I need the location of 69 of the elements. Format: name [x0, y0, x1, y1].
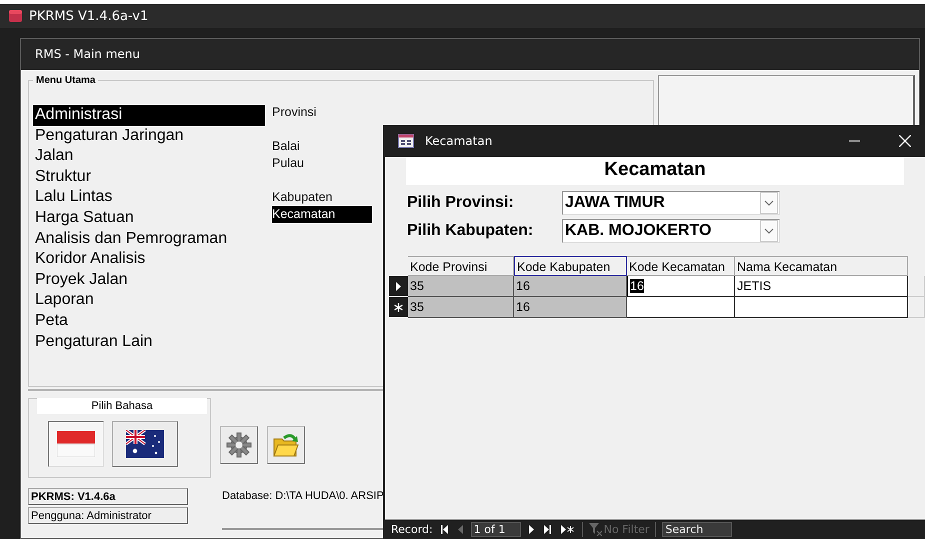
folder-arrow-icon [272, 432, 300, 458]
group-title: Menu Utama [35, 75, 96, 86]
menu-item[interactable]: Struktur [33, 166, 265, 188]
window-title: RMS - Main menu [34, 46, 142, 63]
row-selector[interactable] [389, 276, 408, 297]
table-cell[interactable] [735, 297, 908, 318]
row-selector[interactable] [389, 297, 408, 318]
submenu-item[interactable]: Pulau [272, 155, 372, 172]
column-header[interactable]: Nama Kecamatan [735, 256, 908, 276]
settings-button[interactable] [220, 426, 258, 464]
menu-item[interactable]: Laporan [33, 290, 265, 311]
submenu-item[interactable]: Balai [272, 138, 372, 155]
new-record-icon [394, 302, 403, 312]
next-record-icon [528, 525, 534, 534]
menu-item[interactable]: Peta [33, 310, 265, 332]
menu-item[interactable]: Administrasi [33, 105, 265, 126]
column-header[interactable]: Kode Kecamatan [627, 256, 735, 276]
table-cell[interactable]: 35 [408, 276, 514, 297]
menu-item[interactable]: Pengaturan Jaringan [33, 126, 265, 146]
submenu-item[interactable]: Kecamatan [272, 206, 372, 223]
table-cell[interactable]: 35 [408, 297, 514, 318]
form-icon [398, 134, 414, 148]
menu-item[interactable]: Jalan [33, 146, 265, 167]
last-record-icon [544, 525, 551, 534]
field-label: Pilih Kabupaten: [407, 221, 534, 241]
chevron-down-icon [764, 200, 774, 206]
filter-icon [588, 523, 602, 536]
version-label: PKRMS: V1.4.6a [28, 488, 188, 505]
menu-item[interactable]: Harga Satuan [33, 208, 265, 229]
menu-item[interactable]: Lalu Lintas [33, 187, 265, 208]
table-cell[interactable]: 16 [627, 276, 735, 297]
close-icon [899, 135, 911, 147]
previous-record-icon [458, 525, 463, 534]
table-cell[interactable]: 16 [514, 276, 627, 297]
menu-item[interactable]: Koridor Analisis [33, 249, 265, 270]
next-record-button[interactable] [526, 522, 536, 536]
last-record-button[interactable] [542, 522, 553, 536]
menu-item[interactable]: Proyek Jalan [33, 270, 265, 290]
record-position-field[interactable]: 1 of 1 [470, 522, 521, 537]
open-folder-button[interactable] [267, 426, 305, 464]
user-label: Pengguna: Administrator [28, 507, 188, 524]
column-header[interactable]: Kode Provinsi [408, 256, 514, 276]
current-record-icon [395, 282, 402, 290]
group-title: Pilih Bahasa [37, 398, 207, 414]
language-button[interactable] [112, 421, 178, 467]
first-record-icon [440, 525, 448, 534]
app-icon [8, 8, 23, 24]
chevron-down-icon [764, 228, 774, 234]
menu-item[interactable]: Pengaturan Lain [33, 332, 265, 352]
dropdown-field[interactable]: KAB. MOJOKERTO [562, 219, 780, 243]
search-field[interactable]: Search [662, 522, 732, 537]
indonesian-flag-icon [57, 431, 95, 457]
window-title: Kecamatan [425, 134, 494, 148]
table-cell[interactable] [627, 297, 735, 318]
submenu-item[interactable]: Provinsi [272, 104, 372, 121]
table-cell[interactable]: 16 [514, 297, 627, 318]
dropdown-field[interactable]: JAWA TIMUR [562, 191, 780, 215]
field-label: Pilih Provinsi: [407, 193, 515, 213]
column-header[interactable]: Kode Kabupaten [514, 256, 627, 276]
form-heading: Kecamatan [406, 157, 904, 185]
submenu-item[interactable]: Kabupaten [272, 189, 372, 206]
app-title: PKRMS V1.4.6a-v1 [29, 8, 148, 24]
new-blank-record-icon [560, 525, 574, 534]
table-cell[interactable]: JETIS [735, 276, 908, 297]
menu-item[interactable]: Analisis dan Pemrograman [33, 228, 265, 250]
australian-flag-icon [126, 430, 164, 458]
previous-record-button[interactable] [456, 522, 465, 536]
new-record-button[interactable] [558, 522, 576, 536]
first-record-button[interactable] [438, 522, 450, 536]
